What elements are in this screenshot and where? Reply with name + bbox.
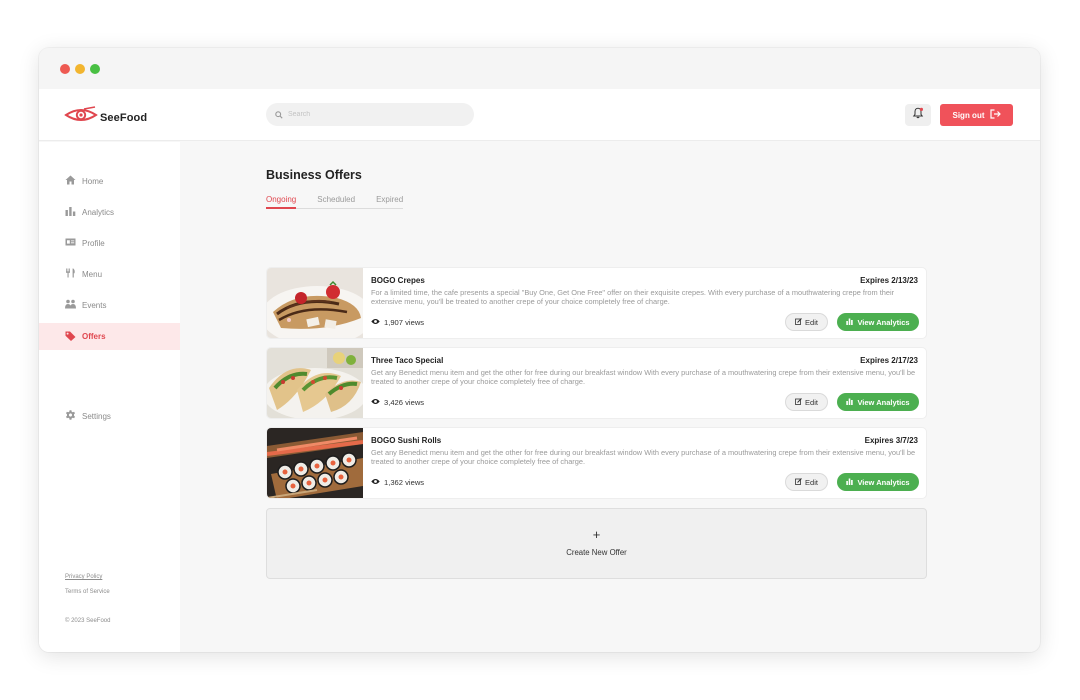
view-analytics-button[interactable]: View Analytics bbox=[837, 313, 919, 331]
view-analytics-button[interactable]: View Analytics bbox=[837, 393, 919, 411]
offer-card: BOGO Crepes Expires 2/13/23 For a limite… bbox=[266, 267, 927, 339]
views-count: 1,362 views bbox=[384, 478, 425, 487]
sidebar: Home Analytics Profile Menu Events Offer… bbox=[39, 142, 180, 652]
privacy-policy-link[interactable]: Privacy Policy bbox=[65, 574, 102, 580]
tab-scheduled[interactable]: Scheduled bbox=[296, 195, 356, 209]
top-bar: SeeFood Sign out bbox=[39, 89, 1040, 141]
sidebar-item-label: Settings bbox=[82, 411, 111, 421]
offer-title: BOGO Sushi Rolls bbox=[371, 436, 442, 445]
offer-title: Three Taco Special bbox=[371, 356, 444, 365]
maximize-window-button[interactable] bbox=[90, 64, 100, 74]
sidebar-item-label: Profile bbox=[82, 238, 105, 248]
window-titlebar bbox=[39, 48, 1040, 89]
bar-chart-icon bbox=[846, 478, 857, 487]
offer-expiry: Expires 2/13/23 bbox=[860, 276, 918, 285]
app-logo[interactable]: SeeFood bbox=[64, 106, 147, 129]
utensils-icon bbox=[65, 268, 82, 280]
sushi-photo bbox=[267, 428, 363, 498]
sidebar-item-home[interactable]: Home bbox=[39, 168, 180, 194]
bar-chart-icon bbox=[846, 318, 857, 327]
offer-expiry: Expires 3/7/23 bbox=[864, 436, 918, 445]
create-new-offer-button[interactable]: + Create New Offer bbox=[266, 508, 927, 579]
sidebar-item-settings[interactable]: Settings bbox=[39, 403, 180, 429]
offer-views: 1,907 views bbox=[371, 318, 424, 327]
search-bar[interactable] bbox=[266, 103, 474, 126]
sidebar-item-label: Offers bbox=[82, 332, 106, 341]
eye-logo-icon bbox=[64, 106, 98, 129]
sidebar-item-label: Analytics bbox=[82, 207, 115, 217]
search-input[interactable] bbox=[288, 111, 458, 118]
offer-description: Get any Benedict menu item and get the o… bbox=[371, 448, 916, 467]
edit-label: Edit bbox=[805, 397, 818, 407]
bell-icon bbox=[912, 106, 924, 124]
plus-icon: + bbox=[592, 527, 601, 542]
notifications-button[interactable] bbox=[905, 104, 931, 126]
sign-out-icon bbox=[985, 109, 1001, 121]
views-count: 1,907 views bbox=[384, 318, 425, 327]
eye-icon bbox=[371, 318, 384, 327]
tacos-photo bbox=[267, 348, 363, 418]
view-analytics-label: View Analytics bbox=[857, 477, 910, 487]
offer-views: 1,362 views bbox=[371, 478, 424, 487]
offer-views: 3,426 views bbox=[371, 398, 424, 407]
main-content: Business Offers Ongoing Scheduled Expire… bbox=[180, 142, 1040, 652]
edit-offer-button[interactable]: Edit bbox=[785, 393, 828, 411]
edit-icon bbox=[795, 317, 805, 327]
edit-label: Edit bbox=[805, 477, 818, 487]
sign-out-button[interactable]: Sign out bbox=[940, 104, 1013, 126]
sidebar-item-label: Home bbox=[82, 176, 104, 186]
bar-chart-icon bbox=[65, 206, 82, 218]
sidebar-item-analytics[interactable]: Analytics bbox=[39, 199, 180, 225]
search-icon bbox=[275, 106, 283, 124]
sign-out-label: Sign out bbox=[952, 110, 985, 120]
app-name: SeeFood bbox=[100, 111, 148, 124]
view-analytics-label: View Analytics bbox=[857, 317, 910, 327]
bar-chart-icon bbox=[846, 398, 857, 407]
sidebar-item-menu[interactable]: Menu bbox=[39, 261, 180, 287]
edit-label: Edit bbox=[805, 317, 818, 327]
sidebar-item-label: Events bbox=[82, 300, 107, 310]
home-icon bbox=[65, 175, 82, 187]
tag-icon bbox=[65, 331, 82, 343]
crepes-photo bbox=[267, 268, 363, 338]
close-window-button[interactable] bbox=[60, 64, 70, 74]
edit-icon bbox=[795, 397, 805, 407]
page-title: Business Offers bbox=[266, 168, 362, 182]
tab-expired[interactable]: Expired bbox=[355, 195, 404, 209]
minimize-window-button[interactable] bbox=[75, 64, 85, 74]
views-count: 3,426 views bbox=[384, 398, 425, 407]
id-card-icon bbox=[65, 237, 82, 249]
edit-offer-button[interactable]: Edit bbox=[785, 313, 828, 331]
offer-card: BOGO Sushi Rolls Expires 3/7/23 Get any … bbox=[266, 427, 927, 499]
sidebar-item-offers[interactable]: Offers bbox=[39, 323, 180, 350]
people-icon bbox=[65, 299, 82, 311]
offer-title: BOGO Crepes bbox=[371, 276, 425, 285]
copyright-text: © 2023 SeeFood bbox=[65, 618, 111, 624]
offer-description: Get any Benedict menu item and get the o… bbox=[371, 368, 916, 387]
sidebar-item-events[interactable]: Events bbox=[39, 292, 180, 318]
offer-expiry: Expires 2/17/23 bbox=[860, 356, 918, 365]
app-window: SeeFood Sign out bbox=[39, 48, 1040, 652]
eye-icon bbox=[371, 398, 384, 407]
view-analytics-button[interactable]: View Analytics bbox=[837, 473, 919, 491]
create-new-offer-label: Create New Offer bbox=[566, 548, 627, 557]
offer-description: For a limited time, the cafe presents a … bbox=[371, 288, 895, 307]
terms-of-service-link[interactable]: Terms of Service bbox=[65, 589, 110, 595]
sidebar-item-label: Menu bbox=[82, 269, 103, 279]
gear-icon bbox=[65, 410, 82, 422]
eye-icon bbox=[371, 478, 384, 487]
view-analytics-label: View Analytics bbox=[857, 397, 910, 407]
tab-ongoing[interactable]: Ongoing bbox=[266, 195, 297, 209]
edit-offer-button[interactable]: Edit bbox=[785, 473, 828, 491]
offer-tabs: Ongoing Scheduled Expired bbox=[266, 195, 404, 209]
edit-icon bbox=[795, 477, 805, 487]
offer-card: Three Taco Special Expires 2/17/23 Get a… bbox=[266, 347, 927, 419]
sidebar-item-profile[interactable]: Profile bbox=[39, 230, 180, 256]
